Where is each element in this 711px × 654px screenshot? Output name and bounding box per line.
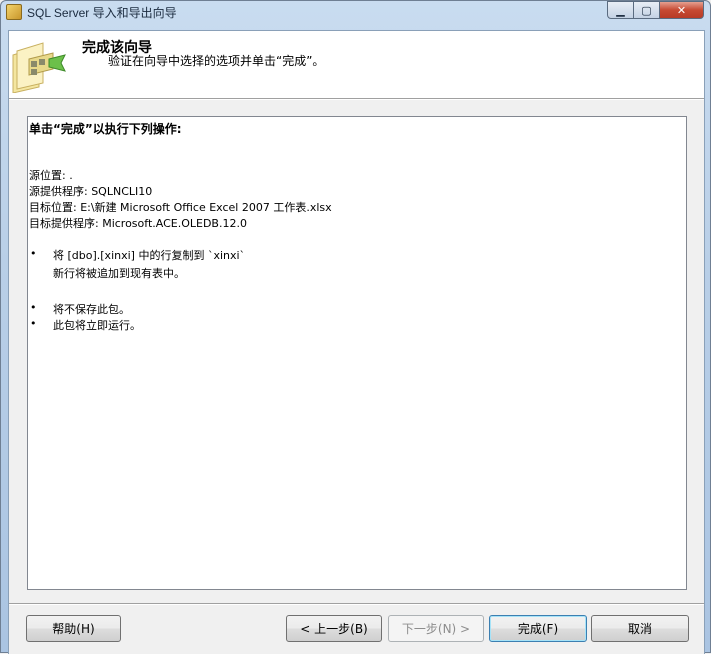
summary-textbox[interactable]: 单击“完成”以执行下列操作: 源位置: . 源提供程序: SQLNCLI10 目… [27,116,687,590]
package-not-saved-item: 将不保存此包。 [53,303,130,316]
destination-location: 目标位置: E:\新建 Microsoft Office Excel 2007 … [29,201,332,214]
finish-button[interactable]: 完成(F) [489,615,587,642]
append-rows-note: 新行将被追加到现有表中。 [53,267,185,280]
wizard-client-area: 完成该向导 验证在向导中选择的选项并单击“完成”。 单击“完成”以执行下列操作:… [8,30,705,654]
summary-heading: 单击“完成”以执行下列操作: [29,122,182,136]
source-provider: 源提供程序: SQLNCLI10 [29,185,153,198]
title-bar[interactable]: SQL Server 导入和导出向导 ▁ ▢ ✕ [1,1,710,23]
close-button[interactable]: ✕ [659,1,704,19]
wizard-window: SQL Server 导入和导出向导 ▁ ▢ ✕ 完成该向导 验证在向导中选择的… [0,0,711,654]
minimize-icon: ▁ [616,3,625,17]
page-subtitle: 验证在向导中选择的选项并单击“完成”。 [108,54,325,68]
help-button[interactable]: 帮助(H) [26,615,121,642]
bullet-mark: • [30,301,37,314]
cancel-button[interactable]: 取消 [591,615,689,642]
source-location: 源位置: . [29,169,73,182]
package-run-now-item: 此包将立即运行。 [53,319,141,332]
destination-provider: 目标提供程序: Microsoft.ACE.OLEDB.12.0 [29,217,247,230]
bullet-mark: • [30,317,37,330]
footer-divider-highlight [9,604,704,605]
back-button[interactable]: < 上一步(B) [286,615,382,642]
maximize-button[interactable]: ▢ [633,1,660,19]
header-divider [9,99,704,100]
wizard-folder-icon [12,42,66,93]
copy-rows-item: 将 [dbo].[xinxi] 中的行复制到 `xinxi` [53,249,246,262]
minimize-button[interactable]: ▁ [607,1,634,19]
app-icon [6,4,22,20]
close-icon: ✕ [676,3,687,17]
wizard-header: 完成该向导 验证在向导中选择的选项并单击“完成”。 [9,31,704,99]
window-title: SQL Server 导入和导出向导 [27,6,177,20]
bullet-mark: • [30,247,37,260]
next-button[interactable]: 下一步(N) > [388,615,484,642]
maximize-icon: ▢ [641,3,652,17]
